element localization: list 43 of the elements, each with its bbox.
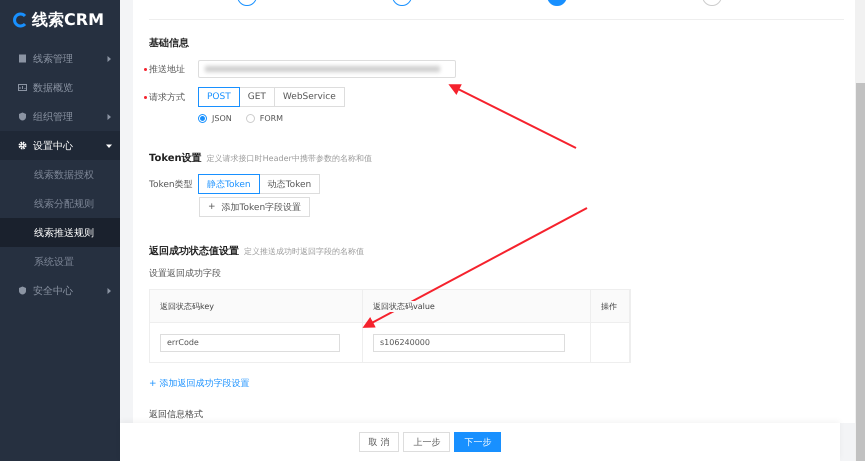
field-label: 请求方式 (149, 92, 186, 104)
menu-item[interactable]: 数据概览 (0, 73, 120, 102)
caret-icon (106, 288, 112, 294)
menu-item[interactable]: 设置中心 (0, 131, 120, 160)
field-label: 推送地址 (149, 64, 186, 76)
add-token-field-button[interactable]: + 添加Token字段设置 (199, 197, 310, 217)
scrollbar[interactable] (855, 0, 865, 461)
section-title: 返回信息格式 (149, 408, 204, 421)
logo-icon (12, 12, 28, 28)
section-title: 返回成功状态值设置 (149, 244, 239, 258)
caret-icon (106, 56, 112, 62)
footer-button[interactable]: 取 消 (358, 432, 400, 452)
field-label: 设置返回成功字段 (149, 268, 222, 280)
settings-icon (18, 141, 27, 150)
column-header: 返回状态码value (373, 300, 435, 312)
footer-button[interactable]: 上一步 (403, 432, 450, 452)
book-icon (18, 54, 27, 63)
section-title: 基础信息 (149, 36, 189, 50)
key-input[interactable]: errCode (160, 334, 340, 352)
caret-icon (106, 142, 112, 148)
section-hint: 定义请求接口时Header中携带参数的名称和值 (206, 153, 372, 164)
logo-text: 线索CRM (32, 10, 104, 30)
field-label: Token类型 (149, 178, 194, 190)
shield-icon (18, 286, 27, 295)
section-title: Token设置 (149, 152, 202, 165)
method-option[interactable]: WebService (274, 87, 345, 107)
column-header: 操作 (601, 300, 617, 312)
submenu-item[interactable]: 线索推送规则 (0, 218, 120, 247)
format-radio[interactable]: JSON (198, 114, 232, 123)
value-input[interactable]: s106240000 (373, 334, 565, 352)
url-field[interactable] (198, 60, 456, 78)
chart-icon (18, 83, 27, 92)
menu-item[interactable]: 安全中心 (0, 276, 120, 305)
caret-icon (106, 114, 112, 120)
token-type-option[interactable]: 动态Token (258, 174, 320, 194)
menu-item[interactable]: 组织管理 (0, 102, 120, 131)
menu-item[interactable]: 线索管理 (0, 44, 120, 73)
method-option[interactable]: GET (238, 87, 275, 107)
section-hint: 定义推送成功时返回字段的名称值 (244, 246, 364, 257)
column-header: 返回状态码key (160, 300, 214, 312)
scrollbar-thumb[interactable] (856, 83, 865, 461)
format-radio[interactable]: FORM (246, 114, 284, 123)
shield-icon (18, 112, 27, 121)
